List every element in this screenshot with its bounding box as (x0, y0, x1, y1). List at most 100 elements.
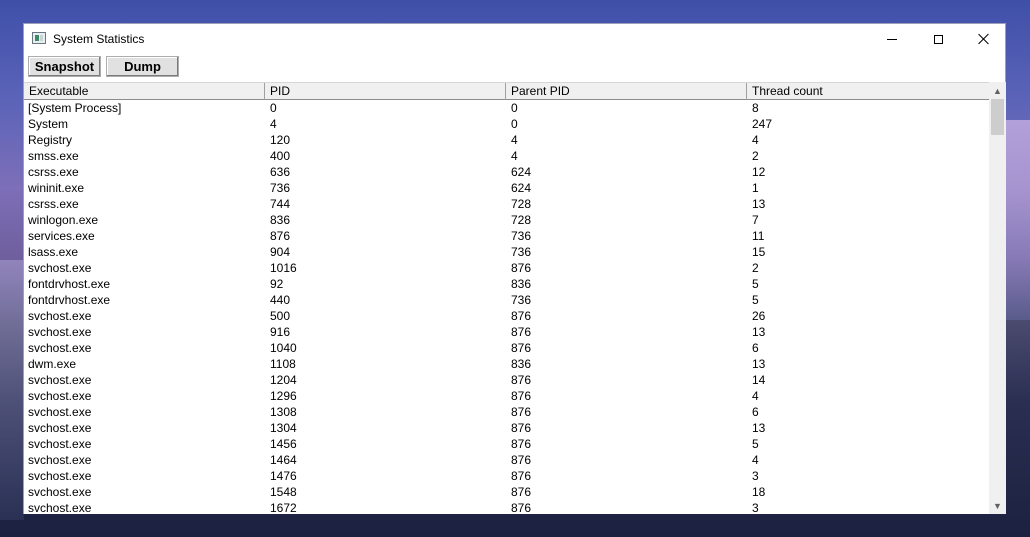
list-header: Executable PID Parent PID Thread count (24, 82, 989, 100)
column-header-thread-count[interactable]: Thread count (747, 83, 989, 100)
app-window-icon (32, 32, 46, 44)
table-row[interactable]: svchost.exe 1304 876 13 (24, 420, 989, 436)
table-row[interactable]: [System Process] 0 0 8 (24, 100, 989, 116)
cell-executable: svchost.exe (28, 389, 92, 403)
snapshot-button[interactable]: Snapshot (28, 56, 101, 77)
cell-parent-pid: 0 (511, 101, 518, 115)
cell-executable: svchost.exe (28, 325, 92, 339)
table-row[interactable]: svchost.exe 500 876 26 (24, 308, 989, 324)
cell-pid: 1308 (270, 405, 297, 419)
scroll-up-button[interactable]: ▲ (989, 82, 1006, 99)
cell-parent-pid: 728 (511, 213, 532, 227)
chevron-up-icon: ▲ (993, 85, 1002, 96)
cell-executable: svchost.exe (28, 437, 92, 451)
cell-pid: 120 (270, 133, 291, 147)
cell-parent-pid: 876 (511, 469, 532, 483)
maximize-button[interactable] (915, 24, 961, 54)
table-row[interactable]: fontdrvhost.exe 92 836 5 (24, 276, 989, 292)
cell-executable: svchost.exe (28, 309, 92, 323)
cell-thread-count: 4 (752, 133, 759, 147)
table-row[interactable]: Registry 120 4 4 (24, 132, 989, 148)
table-row[interactable]: lsass.exe 904 736 15 (24, 244, 989, 260)
process-list[interactable]: Executable PID Parent PID Thread count [… (24, 82, 989, 514)
cell-thread-count: 8 (752, 101, 759, 115)
cell-executable: System (28, 117, 69, 131)
scroll-down-button[interactable]: ▼ (989, 497, 1006, 514)
cell-pid: 1476 (270, 469, 297, 483)
cell-pid: 440 (270, 293, 291, 307)
cell-pid: 1456 (270, 437, 297, 451)
cell-pid: 0 (270, 101, 277, 115)
cell-thread-count: 18 (752, 485, 766, 499)
table-row[interactable]: svchost.exe 916 876 13 (24, 324, 989, 340)
cell-pid: 744 (270, 197, 291, 211)
scrollbar-thumb[interactable] (991, 99, 1004, 135)
cell-executable: svchost.exe (28, 373, 92, 387)
column-header-parent-pid[interactable]: Parent PID (506, 83, 747, 100)
cell-thread-count: 2 (752, 149, 759, 163)
cell-pid: 1464 (270, 453, 297, 467)
minimize-button[interactable] (869, 24, 915, 54)
system-statistics-window: System Statistics Snapshot Dump Executab… (23, 23, 1006, 514)
cell-pid: 92 (270, 277, 284, 291)
table-row[interactable]: svchost.exe 1040 876 6 (24, 340, 989, 356)
cell-thread-count: 14 (752, 373, 766, 387)
cell-parent-pid: 736 (511, 293, 532, 307)
cell-pid: 1548 (270, 485, 297, 499)
table-row[interactable]: winlogon.exe 836 728 7 (24, 212, 989, 228)
cell-pid: 1040 (270, 341, 297, 355)
table-row[interactable]: fontdrvhost.exe 440 736 5 (24, 292, 989, 308)
cell-parent-pid: 876 (511, 261, 532, 275)
cell-thread-count: 3 (752, 501, 759, 514)
table-row[interactable]: svchost.exe 1672 876 3 (24, 500, 989, 514)
cell-parent-pid: 4 (511, 133, 518, 147)
cell-pid: 1108 (270, 357, 296, 371)
table-row[interactable]: dwm.exe 1108 836 13 (24, 356, 989, 372)
table-row[interactable]: smss.exe 400 4 2 (24, 148, 989, 164)
cell-executable: fontdrvhost.exe (28, 293, 111, 307)
cell-thread-count: 2 (752, 261, 759, 275)
cell-executable: csrss.exe (28, 197, 79, 211)
cell-parent-pid: 728 (511, 197, 532, 211)
cell-parent-pid: 624 (511, 165, 532, 179)
table-row[interactable]: svchost.exe 1476 876 3 (24, 468, 989, 484)
minimize-icon (887, 38, 897, 40)
cell-pid: 836 (270, 213, 291, 227)
table-row[interactable]: svchost.exe 1204 876 14 (24, 372, 989, 388)
cell-executable: smss.exe (28, 149, 79, 163)
cell-thread-count: 13 (752, 357, 766, 371)
cell-pid: 500 (270, 309, 291, 323)
table-row[interactable]: csrss.exe 744 728 13 (24, 196, 989, 212)
cell-thread-count: 13 (752, 421, 766, 435)
table-row[interactable]: System 4 0 247 (24, 116, 989, 132)
table-row[interactable]: svchost.exe 1548 876 18 (24, 484, 989, 500)
cell-parent-pid: 876 (511, 389, 532, 403)
table-row[interactable]: svchost.exe 1308 876 6 (24, 404, 989, 420)
cell-pid: 904 (270, 245, 291, 259)
cell-executable: svchost.exe (28, 501, 92, 514)
table-row[interactable]: svchost.exe 1456 876 5 (24, 436, 989, 452)
title-bar[interactable]: System Statistics (24, 24, 1005, 54)
column-header-executable[interactable]: Executable (24, 83, 265, 100)
cell-pid: 1296 (270, 389, 297, 403)
table-row[interactable]: svchost.exe 1016 876 2 (24, 260, 989, 276)
column-header-pid[interactable]: PID (265, 83, 506, 100)
table-row[interactable]: svchost.exe 1296 876 4 (24, 388, 989, 404)
cell-executable: csrss.exe (28, 165, 79, 179)
list-rows: [System Process] 0 0 8 System 4 0 247 Registry 12… (24, 100, 989, 514)
table-row[interactable]: csrss.exe 636 624 12 (24, 164, 989, 180)
close-button[interactable] (961, 24, 1007, 54)
cell-thread-count: 11 (752, 229, 765, 243)
cell-thread-count: 7 (752, 213, 759, 227)
cell-thread-count: 4 (752, 389, 759, 403)
dump-button[interactable]: Dump (106, 56, 179, 77)
vertical-scrollbar[interactable]: ▲ ▼ (989, 82, 1006, 514)
cell-pid: 1304 (270, 421, 297, 435)
close-icon (978, 33, 990, 45)
table-row[interactable]: wininit.exe 736 624 1 (24, 180, 989, 196)
table-row[interactable]: svchost.exe 1464 876 4 (24, 452, 989, 468)
table-row[interactable]: services.exe 876 736 11 (24, 228, 989, 244)
cell-executable: fontdrvhost.exe (28, 277, 111, 291)
cell-parent-pid: 0 (511, 117, 518, 131)
cell-executable: winlogon.exe (28, 213, 99, 227)
